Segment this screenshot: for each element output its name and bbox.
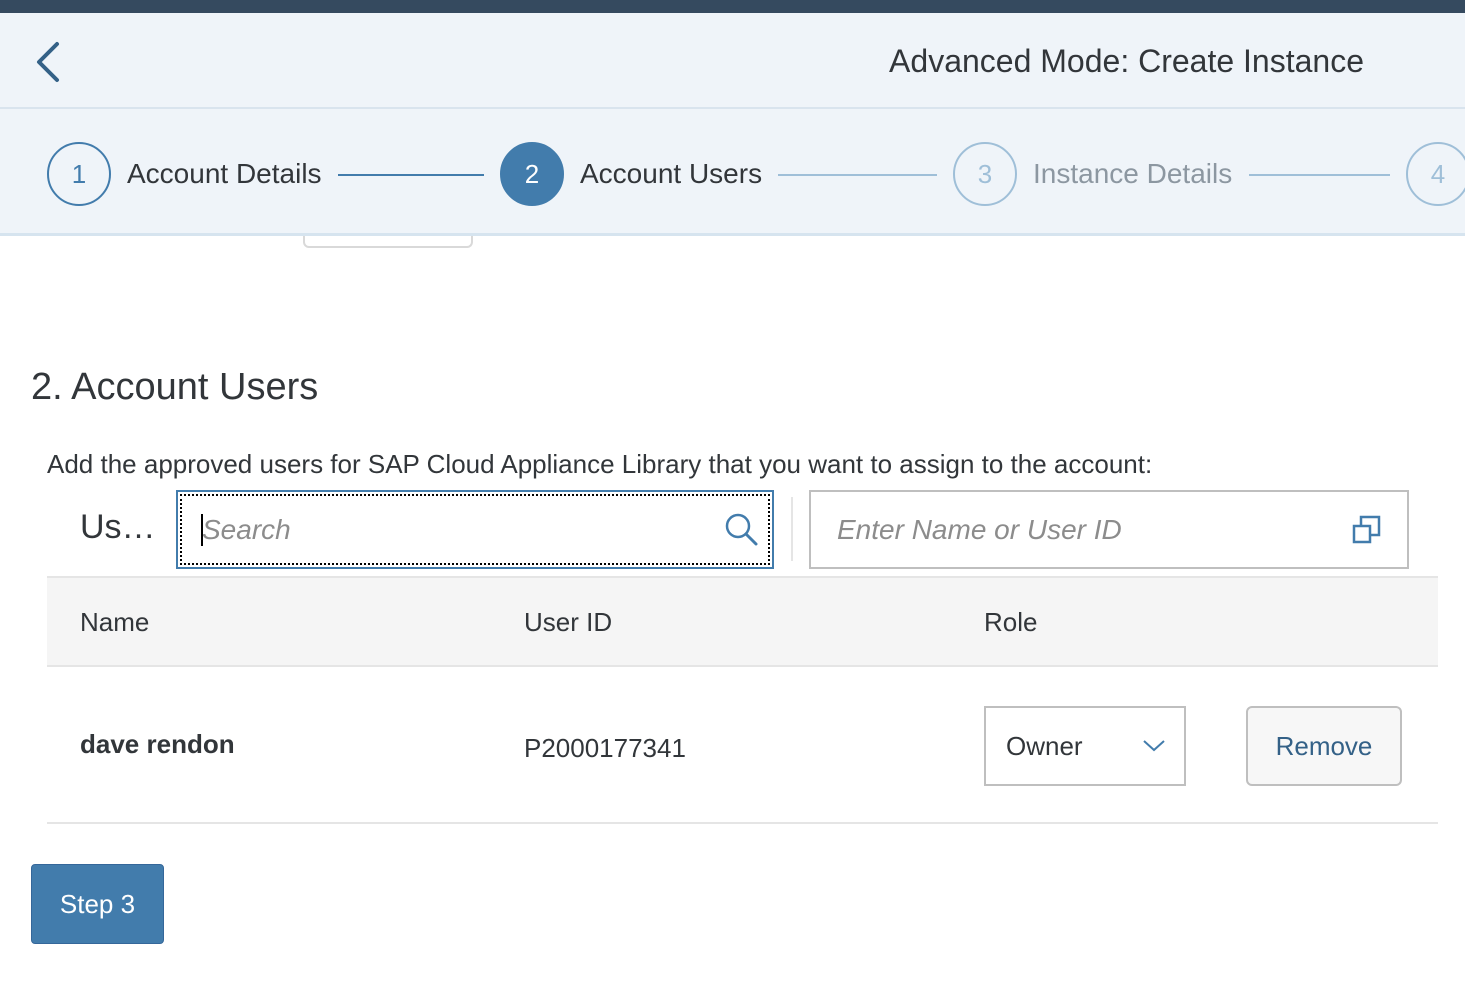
- section-title: 2. Account Users: [31, 366, 319, 408]
- wizard-step-account-users[interactable]: 2 Account Users: [500, 142, 762, 206]
- step-number: 1: [47, 142, 111, 206]
- column-header-user-id[interactable]: User ID: [524, 607, 612, 638]
- section-instructions: Add the approved users for SAP Cloud App…: [47, 449, 1153, 479]
- page-header: Advanced Mode: Create Instance: [0, 13, 1465, 109]
- value-help-icon[interactable]: [1327, 492, 1407, 567]
- text-caret: [201, 514, 203, 546]
- scrolled-button-edge: [303, 236, 473, 248]
- user-name: dave rendon: [80, 729, 235, 759]
- shell-bar: [0, 0, 1465, 13]
- wizard-progress: 1 Account Details 2 Account Users 3 Inst…: [0, 109, 1465, 236]
- step-connector: [778, 174, 937, 176]
- chevron-left-icon: [37, 42, 59, 82]
- step-number: 2: [500, 142, 564, 206]
- toolbar-divider: [791, 497, 793, 561]
- column-header-role[interactable]: Role: [984, 607, 1037, 638]
- table-row: dave rendon P2000177341 Owner Remove: [47, 667, 1438, 824]
- wizard-step-4[interactable]: 4: [1406, 142, 1465, 206]
- user-id-input[interactable]: [811, 492, 1327, 567]
- add-user-field[interactable]: [809, 490, 1409, 569]
- search-input[interactable]: [178, 492, 712, 567]
- search-field[interactable]: [176, 490, 774, 569]
- step-label: Instance Details: [1033, 158, 1233, 189]
- step-label: Account Users: [580, 158, 763, 189]
- step-connector: [1249, 174, 1390, 176]
- user-id: P2000177341: [524, 733, 686, 763]
- wizard-step-instance-details[interactable]: 3 Instance Details: [953, 142, 1232, 206]
- step-label: Account Details: [127, 158, 322, 189]
- table-header: Name User ID Role: [47, 576, 1438, 667]
- wizard-step-account-details[interactable]: 1 Account Details: [47, 142, 322, 206]
- remove-user-button[interactable]: Remove: [1246, 706, 1402, 786]
- role-select[interactable]: Owner: [984, 706, 1186, 786]
- search-icon[interactable]: [712, 492, 772, 567]
- page-title: Advanced Mode: Create Instance: [889, 43, 1364, 79]
- column-header-name[interactable]: Name: [80, 607, 149, 638]
- back-button[interactable]: [24, 35, 72, 89]
- step-connector: [338, 174, 484, 176]
- role-value: Owner: [1006, 730, 1083, 761]
- users-toolbar-label: Us…: [80, 508, 156, 546]
- users-table: Name User ID Role dave rendon P200017734…: [47, 576, 1438, 824]
- chevron-down-icon[interactable]: [1124, 739, 1184, 753]
- next-step-button[interactable]: Step 3: [31, 864, 164, 944]
- step-number: 3: [953, 142, 1017, 206]
- step-number: 4: [1406, 142, 1465, 206]
